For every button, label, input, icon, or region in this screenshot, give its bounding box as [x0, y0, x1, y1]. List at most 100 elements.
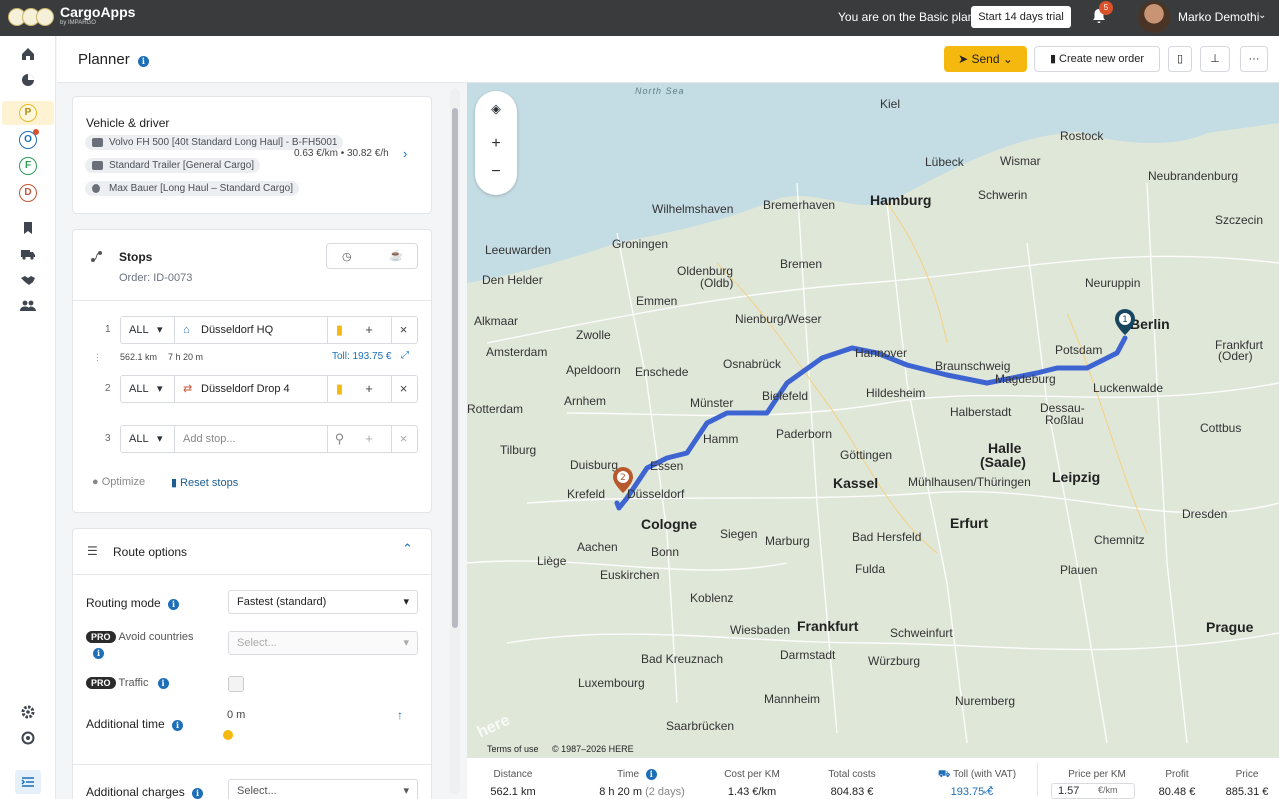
terms-link[interactable]: Terms of use [487, 744, 539, 754]
city-label: Nuremberg [955, 694, 1016, 708]
expand-arrows-icon[interactable]: ⤢ [984, 785, 992, 796]
location-pin-icon[interactable]: ⚲ [327, 426, 351, 452]
info-icon[interactable]: i [172, 720, 184, 731]
add-icon[interactable]: + [357, 376, 381, 402]
create-new-order-button[interactable]: ▮ Create new order [1034, 46, 1160, 72]
zoom-in-button[interactable]: + [475, 135, 517, 157]
more-dots-icon: ··· [1248, 53, 1260, 65]
total-costs-value: 804.83 € [830, 786, 874, 798]
route-options-header[interactable]: ☰ Route options ⌃ [73, 529, 431, 575]
truck-icon[interactable] [20, 246, 36, 262]
bookmark-icon[interactable] [20, 220, 36, 236]
stat-label: Total costs [828, 769, 876, 780]
planner-panel: Vehicle & driver Volvo FH 500 [40t Stand… [57, 83, 465, 799]
traffic-checkbox[interactable] [228, 676, 244, 692]
user-avatar[interactable] [1138, 1, 1170, 33]
city-label: Darmstadt [780, 648, 836, 662]
price-per-km-input[interactable]: 1.57 €/km [1051, 783, 1135, 799]
optimize-label: Optimize [101, 476, 146, 488]
avoid-countries-select[interactable]: Select... ▾ [228, 631, 418, 655]
city-label: Münster [690, 396, 734, 410]
stop-type-select[interactable]: ALL ▾ [121, 426, 175, 452]
info-icon[interactable]: i [93, 648, 104, 659]
scrollbar-thumb[interactable] [452, 108, 458, 628]
stop-marker-2[interactable]: 2 [612, 466, 634, 494]
info-icon[interactable]: i [645, 769, 657, 780]
chevron-down-icon[interactable]: ⌄ [1258, 10, 1266, 21]
add-stop-input[interactable]: Add stop... [183, 426, 236, 452]
bookmark-icon[interactable]: ▮ [327, 376, 351, 402]
dashboard-icon[interactable] [20, 72, 36, 88]
additional-time-slider[interactable] [223, 730, 233, 740]
map-layers-icon[interactable]: ◈ [475, 101, 517, 123]
city-label: Erfurt [950, 515, 989, 531]
nav-planner[interactable]: P [19, 104, 37, 122]
routing-mode-select[interactable]: Fastest (standard) ▾ [228, 590, 418, 614]
route-map[interactable]: North Sea Kiel Rostock Lübeck Wismar Hamburg… [467, 83, 1279, 757]
nav-fleet[interactable]: F [19, 157, 37, 175]
city-label: Nienburg/Weser [735, 312, 822, 326]
support-icon[interactable] [20, 730, 36, 746]
arrow-up-icon[interactable]: ↑ [397, 708, 403, 722]
driver-icon [92, 184, 100, 193]
stop-marker-1[interactable]: 1 [1114, 308, 1136, 336]
add-icon[interactable]: + [357, 317, 381, 343]
nav-drivers[interactable]: D [19, 184, 37, 202]
caret-down-icon: ▾ [403, 785, 409, 797]
send-button[interactable]: ➤ Send ⌄ [944, 46, 1027, 72]
document-icon: ▮ [1049, 53, 1060, 65]
chevron-up-icon[interactable]: ⌃ [402, 541, 413, 557]
traffic-label: PRO Traffic i [86, 677, 169, 689]
city-label: Halberstadt [950, 405, 1012, 419]
chart-button[interactable]: ⊥ [1200, 46, 1230, 72]
city-label: Essen [650, 459, 684, 473]
trailer-name: Standard Trailer [General Cargo] [109, 160, 255, 171]
stop-type-select[interactable]: ALL ▾ [121, 317, 175, 343]
stop-name[interactable]: Düsseldorf Drop 4 [201, 376, 290, 402]
city-label: Schweinfurt [890, 626, 953, 640]
logo-icon[interactable] [8, 6, 56, 28]
settings-gear-icon[interactable] [20, 704, 36, 720]
stop-type-select[interactable]: ALL ▾ [121, 376, 175, 402]
caret-down-icon: ▾ [157, 383, 163, 395]
start-trial-button[interactable]: Start 14 days trial [971, 6, 1071, 28]
remove-stop-icon[interactable]: × [391, 376, 415, 402]
leg-toll[interactable]: Toll: 193.75 € [332, 351, 392, 362]
optimize-button[interactable]: ● Optimize [92, 476, 145, 488]
remove-stop-icon[interactable]: × [391, 317, 415, 343]
info-icon[interactable]: i [192, 788, 204, 799]
toll-value[interactable]: 193.75 € [922, 786, 1022, 798]
zoom-out-button[interactable]: − [475, 163, 517, 185]
info-icon[interactable]: i [137, 56, 149, 67]
handshake-icon[interactable] [20, 272, 36, 288]
chevron-down-icon: ⌄ [999, 52, 1013, 66]
city-label: Den Helder [482, 273, 543, 287]
vehicle-driver-card[interactable]: Vehicle & driver Volvo FH 500 [40t Stand… [72, 96, 432, 214]
export-pdf-button[interactable]: ▯ [1168, 46, 1192, 72]
stop-number: 1 [105, 324, 111, 335]
reset-stops-button[interactable]: ▮ Reset stops [171, 476, 238, 489]
stat-label: Time i [597, 769, 677, 780]
remove-stop-icon[interactable]: × [391, 426, 415, 452]
user-name[interactable]: Marko Demothi [1178, 10, 1259, 24]
chevron-right-icon[interactable]: › [403, 146, 407, 161]
info-icon[interactable]: i [157, 678, 169, 689]
bookmark-icon[interactable]: ▮ [327, 317, 351, 343]
city-label: Duisburg [570, 458, 619, 472]
stop-name[interactable]: Düsseldorf HQ [201, 317, 273, 343]
collapse-menu-button[interactable] [15, 770, 41, 794]
expand-arrows-icon[interactable]: ⤢ [401, 350, 409, 361]
brand-subtitle: by IMPARGO [60, 20, 96, 26]
coffee-break-icon[interactable]: ☕ [389, 249, 403, 262]
time-label-text: Time [617, 769, 640, 780]
info-icon[interactable]: i [168, 599, 180, 610]
clock-icon[interactable]: ◷ [342, 250, 352, 263]
more-options-button[interactable]: ··· [1240, 46, 1268, 72]
users-icon[interactable] [20, 298, 36, 314]
city-label: Leeuwarden [485, 243, 552, 257]
additional-charges-select[interactable]: Select... ▾ [228, 779, 418, 799]
city-label: (Oder) [1218, 349, 1253, 363]
panel-scrollbar[interactable] [450, 88, 460, 794]
add-icon[interactable]: + [357, 426, 381, 452]
home-icon[interactable] [20, 46, 36, 62]
